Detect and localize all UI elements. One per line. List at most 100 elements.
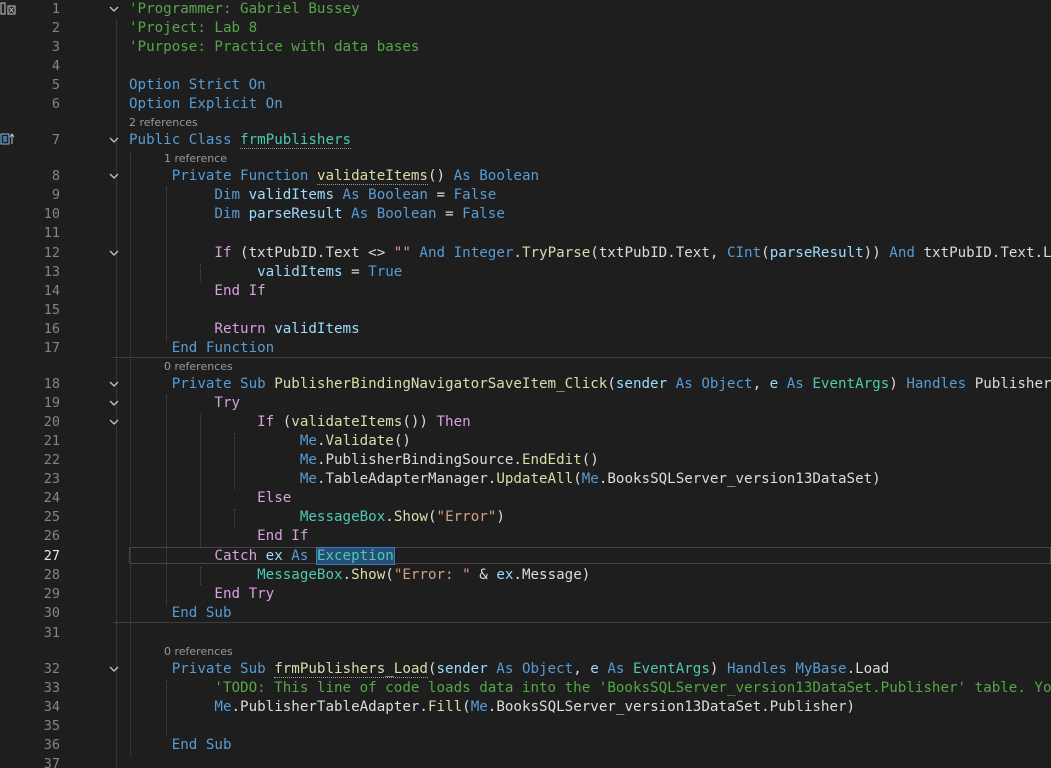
code-line[interactable]: 7 Public Class frmPublishers	[0, 131, 1051, 150]
method-name: Show	[351, 567, 386, 583]
line-number: 11	[43, 225, 60, 241]
code-line[interactable]: 23 Me.TableAdapterManager.UpdateAll(Me.B…	[0, 470, 1051, 489]
keyword: Private Function	[171, 168, 317, 184]
collapse-chevron-icon[interactable]	[108, 170, 120, 182]
code-line-current[interactable]: 27 Catch ex As Exception	[0, 547, 1051, 566]
code-line[interactable]: 30 End Sub	[0, 604, 1051, 623]
code-line[interactable]: 21 Me.Validate()	[0, 432, 1051, 451]
code-line[interactable]: 8 Private Function validateItems() As Bo…	[0, 167, 1051, 186]
method-name[interactable]: frmPublishers_Load	[274, 661, 428, 678]
comment: 'Purpose: Practice with data bases	[129, 39, 420, 55]
collapse-chevron-icon[interactable]	[108, 663, 120, 675]
method-name: Validate	[325, 433, 394, 449]
code-line[interactable]: 19 Try	[0, 394, 1051, 413]
keyword: Dim	[214, 206, 249, 222]
code-line[interactable]: 3 'Purpose: Practice with data bases	[0, 38, 1051, 57]
keyword: Me	[470, 699, 488, 715]
method-name: PublisherBindingNavigatorSaveItem_Click	[274, 376, 608, 392]
expression: .Load	[846, 661, 890, 677]
code-line[interactable]: 5 Option Strict On	[0, 76, 1051, 95]
identifier: e	[769, 376, 779, 392]
code-line[interactable]: 24 Else	[0, 489, 1051, 508]
code-line[interactable]: 33 'TODO: This line of code loads data i…	[0, 679, 1051, 698]
collapse-chevron-icon[interactable]	[108, 397, 120, 409]
punctuation: (	[573, 471, 582, 487]
keyword: Else	[257, 490, 292, 506]
codelens-references[interactable]: 2 references	[129, 116, 198, 130]
punctuation: (	[427, 509, 437, 525]
code-line[interactable]: 12 If (txtPubID.Text <> "" And Integer.T…	[0, 244, 1051, 263]
codelens-references[interactable]: 0 references	[164, 360, 233, 374]
selected-type-name[interactable]: Exception	[315, 547, 395, 565]
collapse-chevron-icon[interactable]	[108, 247, 120, 259]
code-line[interactable]: 35	[0, 717, 1051, 736]
code-line[interactable]: 17 End Function	[0, 339, 1051, 358]
line-number: 35	[43, 718, 60, 734]
type-name: EventArgs	[633, 661, 710, 677]
line-number: 22	[43, 452, 60, 468]
type-name: Object	[521, 661, 574, 677]
code-line[interactable]: 37	[0, 755, 1051, 768]
keyword: CInt	[726, 245, 762, 261]
code-line[interactable]: 31	[0, 624, 1051, 643]
code-line[interactable]: 4	[0, 57, 1051, 76]
code-line[interactable]: 29 End Try	[0, 585, 1051, 604]
code-line[interactable]: 16 Return validItems	[0, 320, 1051, 339]
code-line[interactable]: 14 End If	[0, 282, 1051, 301]
code-line[interactable]: 26 End If	[0, 527, 1051, 546]
code-line[interactable]: 18 Private Sub PublisherBindingNavigator…	[0, 375, 1051, 394]
code-line[interactable]: 36 End Sub	[0, 736, 1051, 755]
punctuation: ,	[573, 661, 591, 677]
punctuation: ,	[752, 376, 770, 392]
keyword: If	[257, 414, 283, 430]
line-number: 12	[43, 245, 60, 261]
code-line[interactable]: 28 MessageBox.Show("Error: " & ex.Messag…	[0, 566, 1051, 585]
code-line[interactable]: 6 Option Explicit On	[0, 95, 1051, 114]
punctuation: .	[342, 567, 352, 583]
keyword: Catch	[214, 548, 266, 564]
expression: .PublisherBindingSource.	[316, 452, 522, 468]
keyword: Me	[214, 699, 232, 715]
code-line[interactable]: 22 Me.PublisherBindingSource.EndEdit()	[0, 451, 1051, 470]
method-name: EndEdit	[521, 452, 582, 468]
method-name[interactable]: validateItems	[316, 168, 428, 185]
code-line[interactable]: 34 Me.PublisherTableAdapter.Fill(Me.Book…	[0, 698, 1051, 717]
keyword: Private Sub	[171, 376, 275, 392]
punctuation: (	[462, 699, 471, 715]
expression: .BooksSQLServer_version13DataSet)	[598, 471, 881, 487]
line-number: 26	[43, 528, 60, 544]
collapse-chevron-icon[interactable]	[108, 134, 120, 146]
collapse-chevron-icon[interactable]	[108, 3, 120, 15]
code-line[interactable]: 11	[0, 224, 1051, 243]
code-line[interactable]: 9 Dim validItems As Boolean = False	[0, 186, 1051, 205]
identifier: parseResult	[769, 245, 864, 261]
identifier: sender	[615, 376, 668, 392]
expression: PublisherB	[974, 376, 1051, 392]
collapse-chevron-icon[interactable]	[108, 416, 120, 428]
code-line[interactable]: 25 MessageBox.Show("Error")	[0, 508, 1051, 527]
keyword: Option Strict On	[129, 77, 266, 93]
class-name[interactable]: frmPublishers	[240, 132, 352, 149]
code-line[interactable]: 15	[0, 301, 1051, 320]
line-number: 2	[51, 20, 60, 36]
collapse-chevron-icon[interactable]	[108, 378, 120, 390]
codelens-references[interactable]: 0 references	[164, 645, 233, 659]
keyword: Me	[299, 433, 317, 449]
identifier: validItems	[274, 321, 360, 337]
keyword: Then	[436, 414, 471, 430]
line-number: 9	[51, 187, 60, 203]
codelens-references[interactable]: 1 reference	[164, 152, 227, 166]
code-line[interactable]: 1 'Programmer: Gabriel Bussey	[0, 0, 1051, 19]
code-line[interactable]: 13 validItems = True	[0, 263, 1051, 282]
type-name: EventArgs	[812, 376, 890, 392]
keyword: Me	[299, 471, 317, 487]
code-line[interactable]: 32 Private Sub frmPublishers_Load(sender…	[0, 660, 1051, 679]
keyword: As	[778, 376, 813, 392]
code-editor[interactable]: 2 references 1 reference 0 references 0 …	[0, 0, 1051, 768]
expression: txtPubID.Text.Len	[923, 245, 1051, 261]
line-number: 34	[43, 699, 60, 715]
code-line[interactable]: 10 Dim parseResult As Boolean = False	[0, 205, 1051, 224]
code-line[interactable]: 2 'Project: Lab 8	[0, 19, 1051, 38]
code-line[interactable]: 20 If (validateItems()) Then	[0, 413, 1051, 432]
punctuation: ()	[427, 168, 454, 184]
